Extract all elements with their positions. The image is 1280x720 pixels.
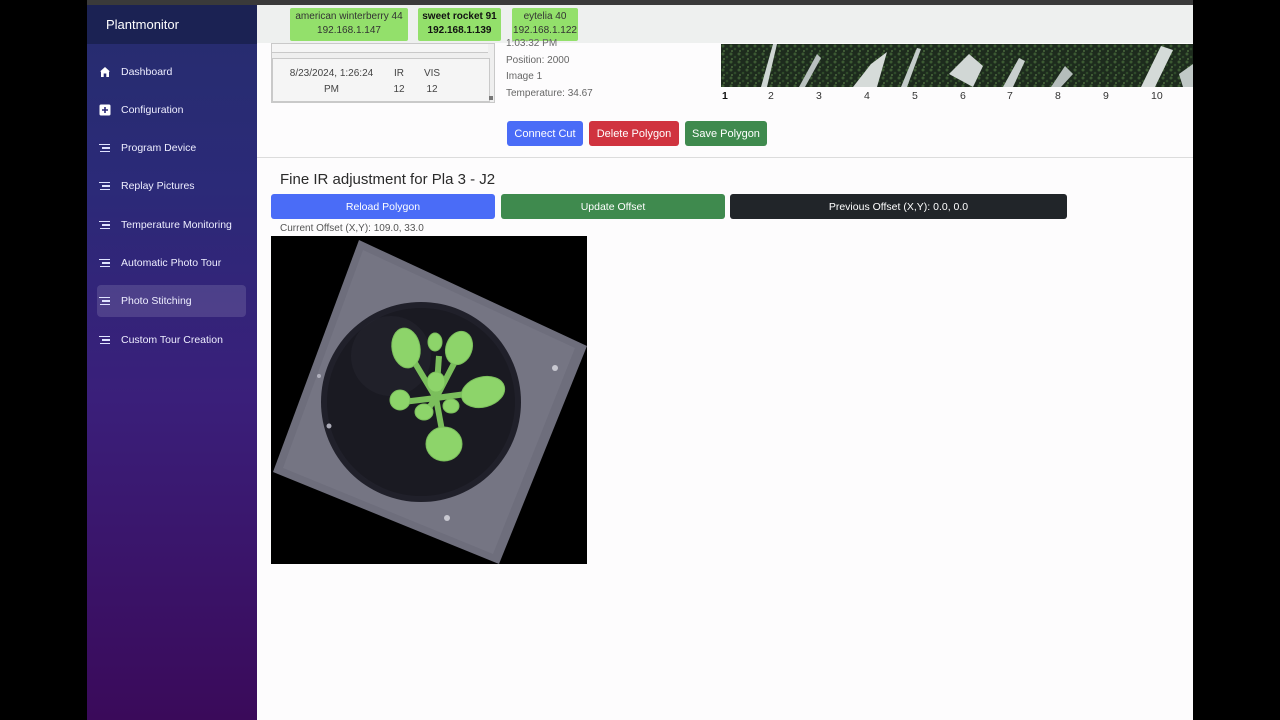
strip-number[interactable]: 8 [1055, 90, 1061, 102]
image-info: 1:03:32 PM Position: 2000 Image 1 Temper… [506, 38, 593, 102]
sidebar: Plantmonitor Dashboard Configuration Pro… [87, 5, 257, 720]
strip-number[interactable]: 5 [912, 90, 918, 102]
ir-label: IR [394, 68, 404, 79]
info-time: 1:03:32 PM [506, 38, 558, 49]
list-icon [97, 257, 121, 269]
row-time: PM [324, 84, 339, 95]
row-vis: VIS 12 [421, 66, 443, 98]
ir-value: 12 [393, 84, 405, 95]
connect-cut-button[interactable]: Connect Cut [507, 121, 583, 146]
plant-image-canvas [271, 236, 587, 564]
previous-offset-button[interactable]: Previous Offset (X,Y): 0.0, 0.0 [730, 194, 1067, 219]
list-icon [97, 295, 121, 307]
device-name: american winterberry 44 [295, 11, 403, 22]
strip-number[interactable]: 10 [1151, 90, 1163, 102]
section-divider [257, 157, 1193, 158]
device-card[interactable]: american winterberry 44 192.168.1.147 [290, 8, 408, 41]
sidebar-item-label: Photo Stitching [121, 295, 192, 307]
fine-ir-title: Fine IR adjustment for Pla 3 - J2 [280, 171, 496, 188]
save-polygon-button[interactable]: Save Polygon [685, 121, 767, 146]
sidebar-item-label: Automatic Photo Tour [121, 257, 222, 269]
strip-number[interactable]: 4 [864, 90, 870, 102]
thumbnail-strip[interactable] [721, 44, 1193, 87]
sidebar-item-label: Custom Tour Creation [121, 334, 223, 346]
vis-label: VIS [423, 68, 441, 79]
sidebar-item-photo-stitching[interactable]: Photo Stitching [97, 285, 246, 317]
device-bar: american winterberry 44 192.168.1.147 sw… [257, 5, 1193, 43]
info-image: Image 1 [506, 71, 543, 82]
thumbnail-strip-image [721, 44, 1193, 87]
sidebar-item-label: Dashboard [121, 66, 173, 78]
main-content: american winterberry 44 192.168.1.147 sw… [257, 5, 1193, 720]
image-list-table[interactable]: 8/23/2024, 1:26:24 PM IR 12 VIS 12 [271, 43, 495, 103]
sidebar-item-label: Program Device [121, 142, 197, 154]
sidebar-item-label: Temperature Monitoring [121, 219, 232, 231]
row-ir: IR 12 [392, 66, 406, 98]
sidebar-item-program-device[interactable]: Program Device [97, 132, 246, 164]
sidebar-item-label: Configuration [121, 104, 184, 116]
sidebar-item-configuration[interactable]: Configuration [97, 94, 246, 126]
list-icon [97, 334, 121, 346]
plus-square-icon [97, 104, 121, 116]
sidebar-item-temperature-monitoring[interactable]: Temperature Monitoring [97, 209, 246, 241]
device-name: eytelia 40 [523, 11, 567, 22]
delete-polygon-button[interactable]: Delete Polygon [589, 121, 679, 146]
strip-number[interactable]: 9 [1103, 90, 1109, 102]
strip-number[interactable]: 1 [722, 90, 728, 102]
device-ip: 192.168.1.147 [317, 25, 381, 36]
strip-number[interactable]: 6 [960, 90, 966, 102]
sidebar-item-label: Replay Pictures [121, 180, 195, 192]
info-temperature: Temperature: 34.67 [506, 87, 593, 99]
list-icon [97, 142, 121, 154]
sidebar-item-automatic-photo-tour[interactable]: Automatic Photo Tour [97, 247, 246, 279]
strip-number[interactable]: 7 [1007, 90, 1013, 102]
device-name: sweet rocket 91 [422, 11, 497, 22]
table-row-partial [272, 44, 488, 53]
sidebar-item-custom-tour-creation[interactable]: Custom Tour Creation [97, 324, 246, 356]
strip-number[interactable]: 2 [768, 90, 774, 102]
reload-polygon-button[interactable]: Reload Polygon [271, 194, 495, 219]
home-icon [97, 66, 121, 78]
table-row[interactable]: 8/23/2024, 1:26:24 PM IR 12 VIS 12 [272, 58, 490, 102]
sidebar-item-dashboard[interactable]: Dashboard [97, 56, 246, 88]
thumbnail-strip-numbers: 1 2 3 4 5 6 7 8 9 10 [721, 90, 1193, 102]
ir-plant-image[interactable] [271, 236, 587, 564]
current-offset-text: Current Offset (X,Y): 109.0, 33.0 [280, 223, 424, 234]
device-ip: 192.168.1.139 [427, 25, 492, 36]
sidebar-item-replay-pictures[interactable]: Replay Pictures [97, 170, 246, 202]
table-scrollbar[interactable] [489, 96, 493, 100]
info-position: Position: 2000 [506, 54, 570, 66]
list-icon [97, 180, 121, 192]
strip-number[interactable]: 3 [816, 90, 822, 102]
row-datetime: 8/23/2024, 1:26:24 PM [284, 66, 379, 98]
update-offset-button[interactable]: Update Offset [501, 194, 725, 219]
vis-value: 12 [426, 84, 438, 95]
app-brand: Plantmonitor [87, 5, 257, 44]
device-card-selected[interactable]: sweet rocket 91 192.168.1.139 [418, 8, 501, 41]
row-date: 8/23/2024, 1:26:24 [289, 68, 374, 79]
list-icon [97, 219, 121, 231]
